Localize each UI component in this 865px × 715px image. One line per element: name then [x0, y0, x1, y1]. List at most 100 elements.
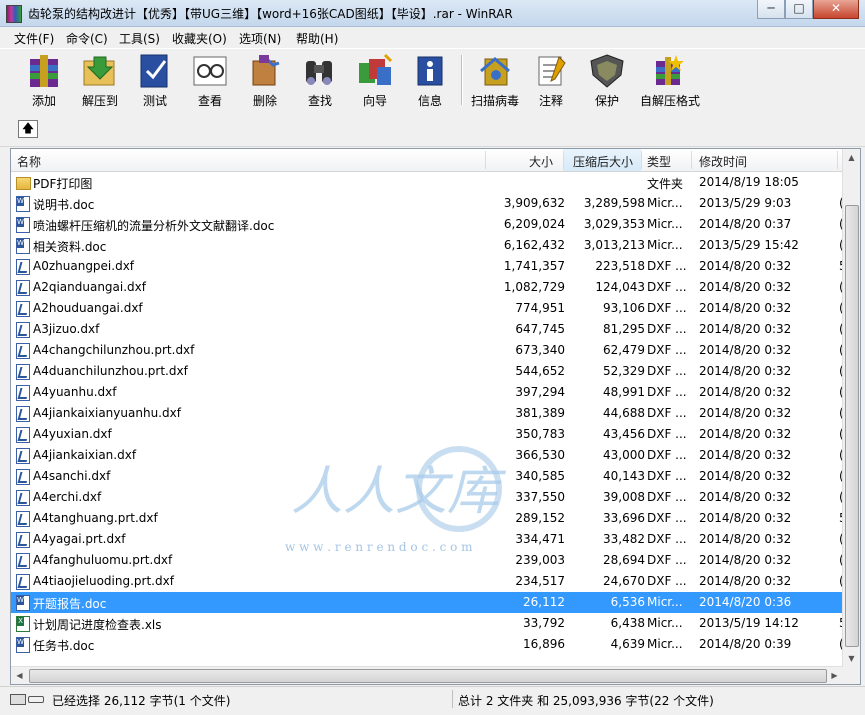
- file-type: DXF ...: [647, 259, 687, 273]
- dxf-file-icon: [16, 406, 30, 422]
- info-button[interactable]: 信息: [402, 53, 458, 109]
- file-name: A4duanchilunzhou.prt.dxf: [33, 364, 188, 378]
- file-size: 397,294: [515, 385, 565, 399]
- file-type: DXF ...: [647, 490, 687, 504]
- file-row[interactable]: 相关资料.doc 6,162,432 3,013,213Micr... 2013/5/…: [11, 235, 844, 256]
- file-row[interactable]: 开题报告.doc 26,112 6,536Micr... 2014/8/20 0:36: [11, 592, 843, 613]
- dxf-file-icon: [16, 259, 30, 275]
- wizard-button[interactable]: 向导: [347, 53, 403, 109]
- vertical-scrollbar[interactable]: ▲ ▼: [842, 149, 860, 667]
- file-row[interactable]: A4sanchi.dxf 340,585 40,143 DXF ... 2014/8/2…: [11, 466, 844, 487]
- file-size: 350,783: [515, 427, 565, 441]
- file-row[interactable]: A4jiankaixianyuanhu.dxf 381,389 44,688 DXF …: [11, 403, 844, 424]
- file-packed-size: 81,295: [603, 322, 645, 336]
- scroll-left-icon[interactable]: ◀: [11, 667, 28, 684]
- scroll-down-icon[interactable]: ▼: [843, 650, 860, 667]
- comment-button[interactable]: 注释: [523, 53, 579, 109]
- file-row[interactable]: A4fanghuluomu.prt.dxf 239,003 28,694 DXF ..…: [11, 550, 844, 571]
- close-button[interactable]: ✕: [813, 0, 859, 19]
- file-row[interactable]: 任务书.doc16,8964,639Micr...2014/8/20 0:39(: [11, 634, 844, 655]
- file-packed-size: 3,013,213: [583, 238, 645, 252]
- delete-button[interactable]: 删除: [237, 53, 293, 109]
- menu-commands[interactable]: 命令(C): [66, 30, 108, 47]
- file-type: DXF ...: [647, 553, 687, 567]
- file-row[interactable]: A2qianduangai.dxf 1,082,729 124,043 DXF ...…: [11, 277, 844, 298]
- column-type[interactable]: 类型: [647, 153, 671, 170]
- minimize-button[interactable]: ─: [757, 0, 785, 19]
- file-name: 喷油螺杆压缩机的流量分析外文文献翻译.doc: [33, 219, 275, 233]
- file-modified: 2014/8/20 0:32: [699, 364, 792, 378]
- file-type: DXF ...: [647, 343, 687, 357]
- maximize-button[interactable]: □: [785, 0, 813, 19]
- scroll-right-icon[interactable]: ▶: [826, 667, 843, 684]
- file-packed-size: 40,143: [603, 469, 645, 483]
- file-modified: 2013/5/19 14:12: [699, 616, 799, 630]
- menu-favorites[interactable]: 收藏夹(O): [172, 30, 227, 47]
- file-row[interactable]: A0zhuangpei.dxf 1,741,357 223,518 DXF ... 20…: [11, 256, 847, 277]
- file-row[interactable]: 喷油螺杆压缩机的流量分析外文文献翻译.doc 6,209,024 3,029,353…: [11, 214, 844, 235]
- file-type: Micr...: [647, 217, 683, 231]
- file-modified: 2014/8/20 0:32: [699, 259, 792, 273]
- test-button[interactable]: 测试: [127, 53, 183, 109]
- column-size[interactable]: 大小: [529, 153, 553, 170]
- file-row[interactable]: A4yagai.prt.dxf 334,471 33,482 DXF ... 2014/…: [11, 529, 844, 550]
- toolbar-separator: [461, 55, 463, 105]
- file-name: PDF打印图: [33, 177, 93, 191]
- column-modified[interactable]: 修改时间: [699, 153, 747, 170]
- doc-file-icon: [16, 217, 30, 233]
- file-row[interactable]: A4jiankaixian.dxf 366,530 43,000 DXF ... 201…: [11, 445, 844, 466]
- add-button[interactable]: 添加: [16, 53, 72, 109]
- file-row[interactable]: A2houduangai.dxf 774,951 93,106 DXF ... 2014…: [11, 298, 844, 319]
- virus-scan-button[interactable]: 扫描病毒: [467, 53, 523, 109]
- file-modified: 2014/8/20 0:36: [699, 595, 792, 609]
- doc-file-icon: [16, 595, 30, 611]
- scroll-up-icon[interactable]: ▲: [843, 149, 860, 166]
- protect-icon: [587, 53, 627, 89]
- file-row[interactable]: A4tanghuang.prt.dxf 289,152 33,696 DXF ... 2…: [11, 508, 847, 529]
- file-row[interactable]: A4changchilunzhou.prt.dxf 673,340 62,479 DX…: [11, 340, 844, 361]
- file-size: 6,162,432: [503, 238, 565, 252]
- key-icon[interactable]: [28, 696, 44, 703]
- column-name[interactable]: 名称: [17, 153, 41, 170]
- menu-tools[interactable]: 工具(S): [119, 30, 160, 47]
- sfx-button[interactable]: 自解压格式: [640, 53, 700, 109]
- dxf-file-icon: [16, 301, 30, 317]
- drive-icon[interactable]: [10, 694, 26, 705]
- file-type: 文件夹: [647, 177, 684, 191]
- column-packed[interactable]: 压缩后大小: [573, 153, 633, 170]
- find-button[interactable]: 查找: [292, 53, 348, 109]
- up-folder-button[interactable]: 🡅: [18, 120, 38, 138]
- file-type: Micr...: [647, 616, 683, 630]
- menu-options[interactable]: 选项(N): [239, 30, 281, 47]
- menu-file[interactable]: 文件(F): [14, 30, 54, 47]
- horizontal-scrollbar[interactable]: ◀ ▶: [11, 666, 843, 684]
- file-row[interactable]: A4yuxian.dxf 350,783 43,456 DXF ... 2014/8/2…: [11, 424, 844, 445]
- file-row[interactable]: A3jizuo.dxf 647,745 81,295 DXF ... 2014/8/20…: [11, 319, 844, 340]
- dxf-file-icon: [16, 511, 30, 527]
- file-row[interactable]: 计划周记进度检查表.xls 33,792 6,438Micr... 2013/5/19…: [11, 613, 847, 634]
- file-modified: 2014/8/20 0:32: [699, 574, 792, 588]
- file-packed-size: 3,029,353: [583, 217, 645, 231]
- file-size: 337,550: [515, 490, 565, 504]
- file-type: DXF ...: [647, 574, 687, 588]
- file-row[interactable]: A4duanchilunzhou.prt.dxf 544,652 52,329 DXF…: [11, 361, 844, 382]
- view-button[interactable]: 查看: [182, 53, 238, 109]
- file-row[interactable]: 说明书.doc 3,909,632 3,289,598Micr... 2013/5/2…: [11, 193, 844, 214]
- title-bar: 齿轮泵的结构改进计【优秀】【带UG三维】【word+16张CAD图纸】【毕设】.…: [0, 0, 865, 27]
- file-row[interactable]: PDF打印图 文件夹 2014/8/19 18:05: [11, 172, 843, 193]
- file-size: 234,517: [515, 574, 565, 588]
- virus-scan-icon: [475, 53, 515, 89]
- file-size: 16,896: [523, 637, 565, 651]
- file-row[interactable]: A4yuanhu.dxf 397,294 48,991 DXF ... 2014/8/2…: [11, 382, 844, 403]
- file-row[interactable]: A4erchi.dxf 337,550 39,008 DXF ... 2014/8/20…: [11, 487, 844, 508]
- view-icon: [190, 53, 230, 89]
- vertical-scroll-thumb[interactable]: [845, 205, 859, 647]
- menu-help[interactable]: 帮助(H): [296, 30, 338, 47]
- file-size: 239,003: [515, 553, 565, 567]
- file-type: Micr...: [647, 196, 683, 210]
- protect-button[interactable]: 保护: [579, 53, 635, 109]
- file-row[interactable]: A4tiaojieluoding.prt.dxf 234,517 24,670 DXF…: [11, 571, 844, 592]
- horizontal-scroll-thumb[interactable]: [29, 669, 827, 683]
- file-type: Micr...: [647, 238, 683, 252]
- extract-to-button[interactable]: 解压到: [72, 53, 128, 109]
